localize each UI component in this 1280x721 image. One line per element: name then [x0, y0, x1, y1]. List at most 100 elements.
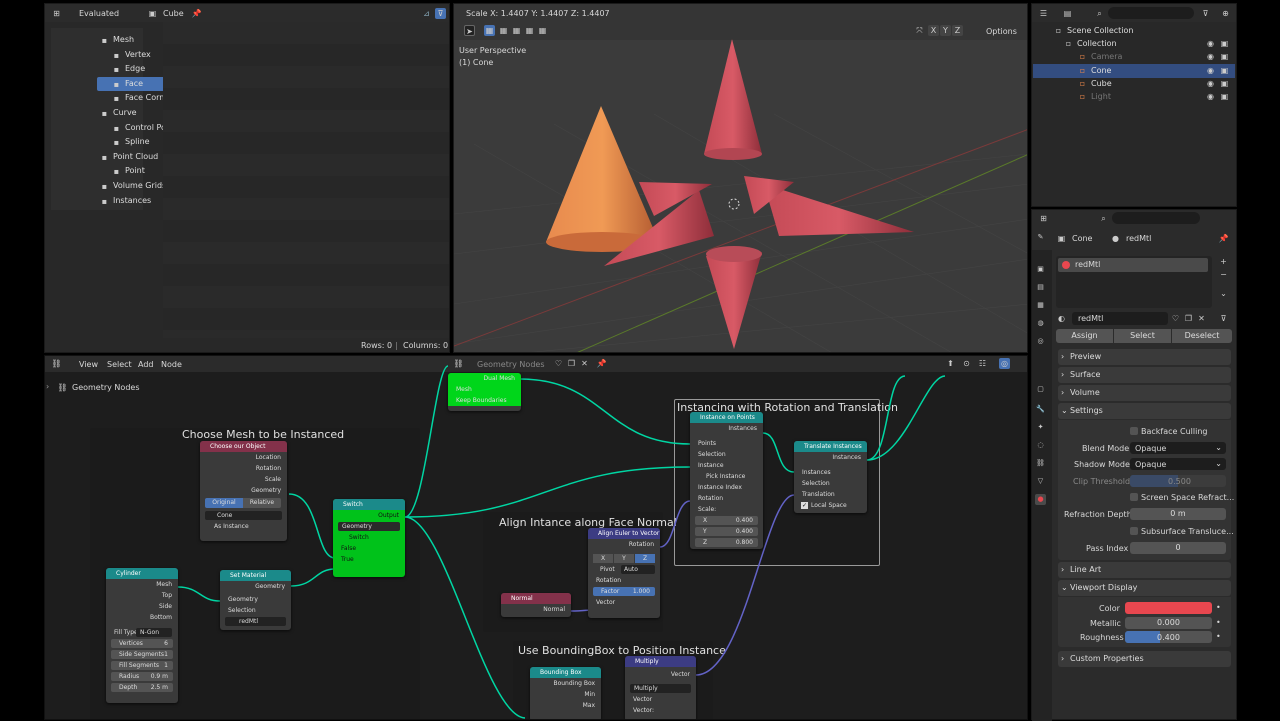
axis-x-button[interactable]: X	[593, 554, 613, 563]
vector-multiply-node[interactable]: Multiply Vector Multiply Vector Vector:	[625, 656, 696, 719]
volume-panel-header[interactable]: › Volume	[1058, 385, 1231, 401]
select-extend-icon[interactable]: ▦	[498, 25, 509, 36]
outliner-item-scene-collection[interactable]: ▫ Scene Collection	[1033, 24, 1235, 38]
render-camera-icon[interactable]: ▣	[1219, 78, 1230, 89]
render-camera-icon[interactable]: ▣	[1219, 91, 1230, 102]
object-picker[interactable]: Cone	[205, 511, 282, 520]
color-swatch[interactable]	[1125, 602, 1212, 614]
metallic-slider[interactable]: 0.000	[1125, 617, 1212, 629]
fake-user-icon[interactable]: ♡	[1170, 313, 1181, 324]
keyframe-dot-icon[interactable]: •	[1216, 618, 1221, 627]
fill-type-dropdown[interactable]: N-Gon	[136, 628, 172, 637]
fill-type-row[interactable]: Fill Type N-Gon	[106, 627, 178, 638]
fill-segments-field[interactable]: Fill Segments 1	[111, 661, 173, 670]
viewport-options-dropdown[interactable]: Options	[986, 27, 1017, 36]
as-instance-row[interactable]: As Instance	[200, 521, 287, 532]
bounding-box-node[interactable]: Bounding Box Bounding Box Min Max	[530, 667, 601, 719]
keyframe-dot-icon[interactable]: •	[1216, 603, 1221, 612]
select-intersect-icon[interactable]: ▦	[537, 25, 548, 36]
subsurface-translucency-checkbox[interactable]	[1130, 527, 1138, 535]
material-slot-row[interactable]: redMtl	[1058, 258, 1208, 272]
deselect-button[interactable]: Deselect	[1172, 329, 1232, 343]
render-camera-icon[interactable]: ▣	[1219, 38, 1230, 49]
roughness-slider[interactable]: 0.400	[1125, 631, 1212, 643]
physics-tab-icon[interactable]: ◌	[1035, 440, 1046, 451]
select-box-icon[interactable]: ▦	[484, 25, 495, 36]
cylinder-node[interactable]: Cylinder Mesh Top Side Bottom Fill Type N…	[106, 568, 178, 703]
refraction-depth-field[interactable]: 0 m	[1130, 508, 1226, 520]
visibility-eye-icon[interactable]: ◉	[1205, 51, 1216, 62]
render-camera-icon[interactable]: ▣	[1219, 65, 1230, 76]
world-tab-icon[interactable]: ◎	[1035, 336, 1046, 347]
outliner-item-collection[interactable]: ▫ Collection ◉ ▣	[1033, 37, 1235, 51]
keyframe-dot-icon[interactable]: •	[1216, 632, 1221, 641]
axis-x-toggle[interactable]: X	[928, 25, 939, 36]
outliner-item-cone[interactable]: ▫ Cone ◉ ▣	[1033, 63, 1235, 78]
translate-instances-node[interactable]: Translate Instances Instances Instances …	[794, 441, 867, 513]
instance-cone-right[interactable]	[764, 184, 914, 236]
node-editor[interactable]: ⛓ View Select Add Node ⛓ Geometry Nodes …	[44, 355, 1028, 720]
scale-y-field[interactable]: Y 0.400	[695, 527, 758, 536]
pick-instance-checkbox[interactable]: Pick Instance	[690, 471, 763, 482]
unlink-icon[interactable]: ✕	[1196, 313, 1207, 324]
instance-cone-top[interactable]	[704, 39, 762, 154]
scale-x-field[interactable]: X 0.400	[695, 516, 758, 525]
screen-space-refraction-checkbox[interactable]	[1130, 493, 1138, 501]
keep-boundaries[interactable]: Keep Boundaries	[448, 395, 521, 406]
object-info-node[interactable]: Choose our Object Location Rotation Scal…	[200, 441, 287, 541]
outliner-search-input[interactable]	[1108, 7, 1194, 19]
select-invert-icon[interactable]: ▦	[524, 25, 535, 36]
radius-field[interactable]: Radius 0.9 m	[111, 672, 173, 681]
selection-filter-icon[interactable]: ⊿	[421, 8, 432, 19]
axis-y-button[interactable]: Y	[614, 554, 634, 563]
remove-slot-icon[interactable]: −	[1218, 269, 1229, 280]
material-tab-icon[interactable]: ●	[1035, 494, 1046, 505]
factor-field[interactable]: Factor 1.000	[593, 587, 655, 596]
pin-icon[interactable]: 📌	[191, 8, 202, 19]
select-tool-icon[interactable]: ➤	[464, 25, 475, 36]
pin-icon[interactable]: 📌	[1218, 233, 1229, 244]
dual-mesh-node[interactable]: Dual Mesh Mesh Keep Boundaries	[448, 373, 521, 411]
assign-button[interactable]: Assign	[1056, 329, 1113, 343]
data-tab-icon[interactable]: ▽	[1035, 476, 1046, 487]
vertices-field[interactable]: Vertices 6	[111, 639, 173, 648]
pivot-dropdown[interactable]: Auto	[621, 565, 655, 574]
select-subtract-icon[interactable]: ▦	[511, 25, 522, 36]
scene-tab-icon[interactable]: ◍	[1035, 318, 1046, 329]
editor-type-icon[interactable]: ⊞	[51, 8, 62, 19]
scale-z-field[interactable]: Z 0.800	[695, 538, 758, 547]
add-slot-icon[interactable]: +	[1218, 256, 1229, 267]
visibility-eye-icon[interactable]: ◉	[1205, 91, 1216, 102]
filter-icon[interactable]: ⊽	[435, 8, 446, 19]
filter-icon[interactable]: ⊽	[1200, 8, 1211, 19]
duplicate-icon[interactable]: ❐	[1183, 313, 1194, 324]
particles-tab-icon[interactable]: ✦	[1035, 422, 1046, 433]
select-button[interactable]: Select	[1114, 329, 1171, 343]
object-tab-icon[interactable]: ▢	[1035, 384, 1046, 395]
normal-node[interactable]: Normal Normal	[501, 593, 571, 617]
browse-material-icon[interactable]: ◐	[1056, 313, 1067, 324]
depth-field[interactable]: Depth 2.5 m	[111, 683, 173, 692]
viewport-display-panel-header[interactable]: ⌄ Viewport Display	[1058, 580, 1231, 596]
outliner-item-cube[interactable]: ▫ Cube ◉ ▣	[1033, 77, 1235, 91]
properties-editor-icon[interactable]: ⊞	[1038, 213, 1049, 224]
switch-toggle[interactable]: Switch	[333, 532, 405, 543]
backface-culling-checkbox[interactable]	[1130, 427, 1138, 435]
search-icon[interactable]: ⌕	[1098, 213, 1109, 224]
material-filter-icon[interactable]: ⊽	[1218, 313, 1229, 324]
render-camera-icon[interactable]: ▣	[1219, 51, 1230, 62]
preview-panel-header[interactable]: › Preview	[1058, 349, 1231, 365]
modifier-tab-icon[interactable]: 🔧	[1035, 404, 1046, 415]
search-icon[interactable]: ⌕	[1094, 8, 1105, 19]
outliner-item-light[interactable]: ▫ Light ◉ ▣	[1033, 90, 1235, 104]
original-button[interactable]: Original	[205, 498, 243, 508]
constraints-tab-icon[interactable]: ⛓	[1035, 458, 1046, 469]
slot-menu-icon[interactable]: ⌄	[1218, 288, 1229, 299]
side-segments-field[interactable]: Side Segments 1	[111, 650, 173, 659]
view-layer-tab-icon[interactable]: ▦	[1035, 300, 1046, 311]
outliner-editor-icon[interactable]: ☰	[1038, 8, 1049, 19]
transform-orientation-icon[interactable]: ⤧	[914, 25, 925, 36]
outliner-item-camera[interactable]: ▫ Camera ◉ ▣	[1033, 50, 1235, 64]
instance-on-points-node[interactable]: Instance on Points Instances Points Sele…	[690, 412, 763, 549]
shadow-mode-dropdown[interactable]: Opaque ⌄	[1130, 458, 1226, 470]
